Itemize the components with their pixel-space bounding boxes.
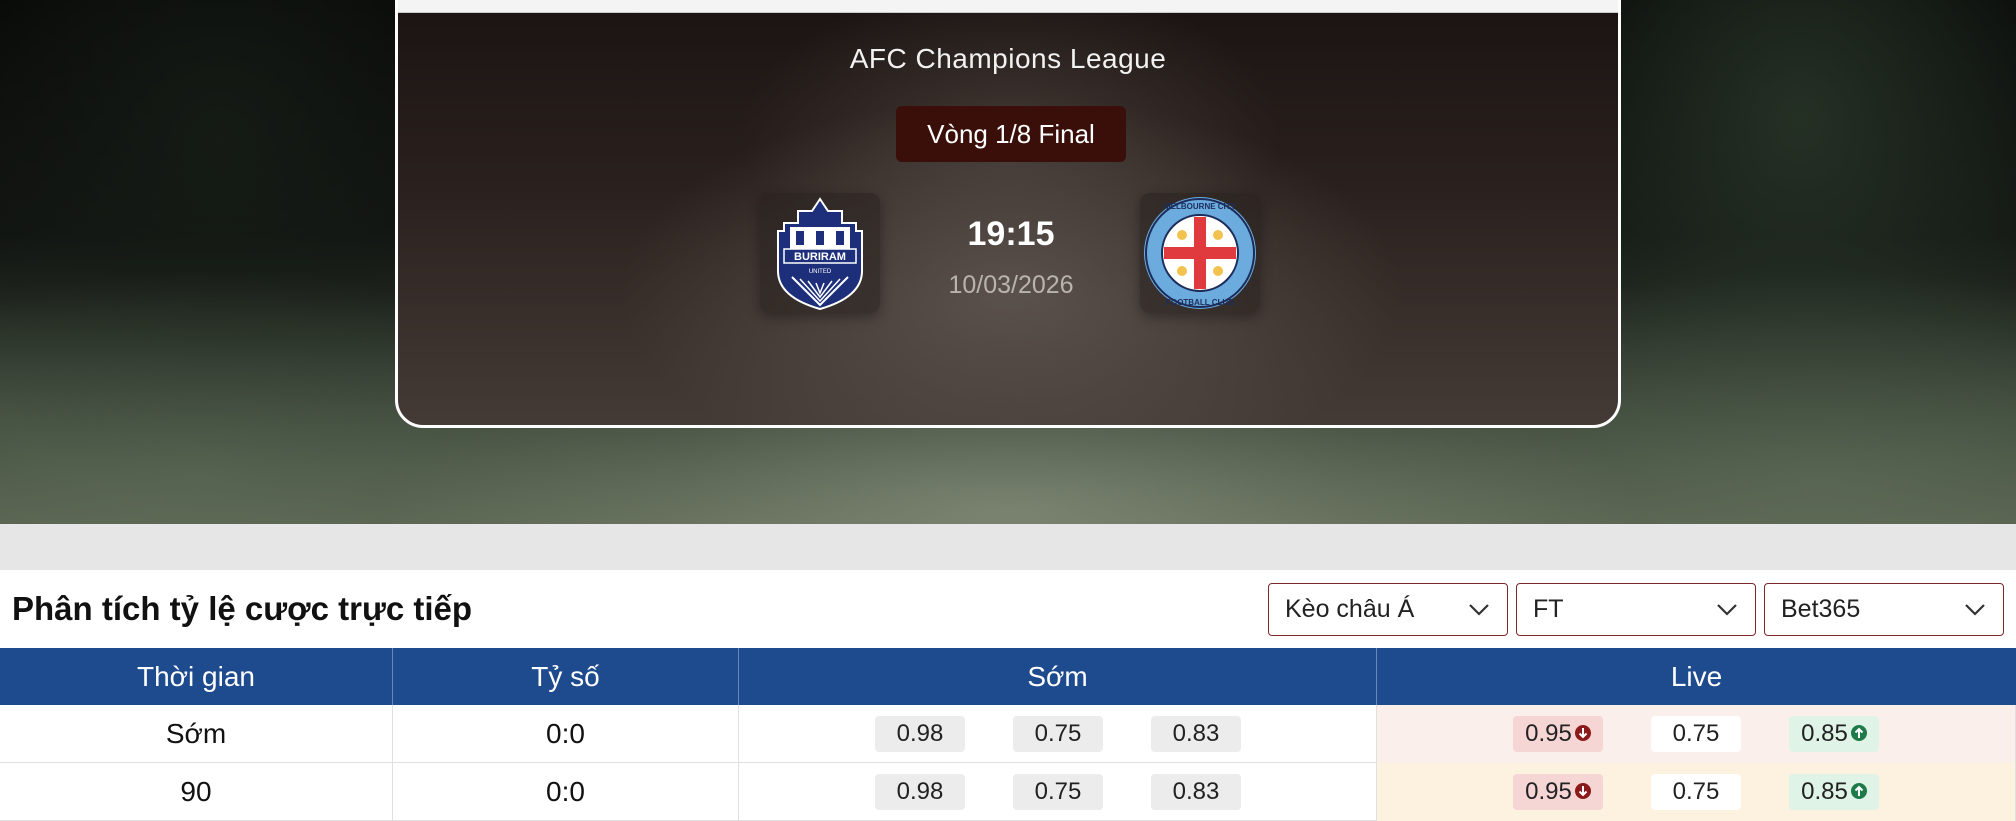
match-date: 10/03/2026: [948, 271, 1074, 299]
match-hero: AFC Champions League Vòng 1/8 Final BURI…: [0, 0, 2016, 524]
home-logo-subtext: UNITED: [809, 269, 832, 275]
live-odds-away-value: 0.85: [1801, 720, 1848, 747]
row-score: 0:0: [393, 705, 739, 763]
row-time: 90: [0, 763, 393, 821]
chevron-down-icon: [1469, 604, 1489, 616]
header-live: Live: [1670, 661, 1723, 692]
odds-up-icon: [1850, 724, 1867, 741]
row-early-odds: 0.98 0.75 0.83: [739, 763, 1377, 821]
bookmaker-select-value: Bet365: [1781, 595, 1861, 623]
header-score: Tỷ số: [393, 648, 739, 705]
home-logo-text: BURIRAM: [794, 251, 846, 263]
market-select-value: Kèo châu Á: [1285, 595, 1415, 623]
bookmaker-select[interactable]: Bet365: [1764, 583, 2004, 636]
buriram-crest-icon: BURIRAM UNITED: [777, 197, 863, 311]
live-odds-away-value: 0.85: [1801, 778, 1848, 805]
row-live-odds: 0.95 0.75 0.85: [1377, 763, 2016, 821]
live-odds-line: 0.75: [1651, 774, 1741, 810]
live-odds-home: 0.95: [1513, 774, 1603, 810]
odds-up-icon: [1850, 782, 1867, 799]
market-select[interactable]: Kèo châu Á: [1268, 583, 1508, 636]
odds-down-icon: [1574, 724, 1591, 741]
live-odds-home: 0.95: [1513, 716, 1603, 752]
table-row[interactable]: 90 0:0 0.98 0.75 0.83 0.95 0.75 0.85: [0, 763, 2016, 821]
chevron-down-icon: [1965, 604, 1985, 616]
match-card: AFC Champions League Vòng 1/8 Final BURI…: [395, 0, 1621, 428]
row-time: Sớm: [0, 705, 393, 763]
home-team-logo[interactable]: BURIRAM UNITED: [760, 193, 880, 313]
melbourne-city-crest-icon: MELBOURNE CITY FOOTBALL CLUB: [1144, 197, 1256, 309]
round-badge: Vòng 1/8 Final: [896, 106, 1126, 162]
row-live-odds: 0.95 0.75 0.85: [1377, 705, 2016, 763]
early-odds-home: 0.98: [875, 774, 965, 810]
away-logo-subtext: FOOTBALL CLUB: [1166, 298, 1234, 307]
away-team-logo[interactable]: MELBOURNE CITY FOOTBALL CLUB: [1140, 193, 1260, 313]
away-logo-text: MELBOURNE CITY: [1164, 202, 1237, 211]
match-time: 19:15: [967, 215, 1055, 253]
card-top-strip: [398, 0, 1618, 13]
early-odds-away: 0.83: [1151, 774, 1241, 810]
early-odds-line: 0.75: [1013, 716, 1103, 752]
live-odds-line: 0.75: [1651, 716, 1741, 752]
period-select[interactable]: FT: [1516, 583, 1756, 636]
live-odds-away: 0.85: [1789, 774, 1879, 810]
chevron-down-icon: [1717, 604, 1737, 616]
early-odds-line: 0.75: [1013, 774, 1103, 810]
early-odds-home: 0.98: [875, 716, 965, 752]
live-odds-away: 0.85: [1789, 716, 1879, 752]
table-header: Thời gian Tỷ số Sớm Live: [0, 648, 2016, 705]
odds-down-icon: [1574, 782, 1591, 799]
live-odds-home-value: 0.95: [1525, 720, 1572, 747]
early-odds-away: 0.83: [1151, 716, 1241, 752]
league-name: AFC Champions League: [849, 43, 1167, 74]
header-early: Sớm: [739, 648, 1377, 705]
row-score: 0:0: [393, 763, 739, 821]
header-time: Thời gian: [0, 648, 393, 705]
odds-section-title: Phân tích tỷ lệ cược trực tiếp: [12, 590, 473, 627]
row-early-odds: 0.98 0.75 0.83: [739, 705, 1377, 763]
live-odds-home-value: 0.95: [1525, 778, 1572, 805]
section-divider: [0, 524, 2016, 570]
table-row[interactable]: Sớm 0:0 0.98 0.75 0.83 0.95 0.75 0.85: [0, 705, 2016, 763]
period-select-value: FT: [1533, 595, 1564, 623]
